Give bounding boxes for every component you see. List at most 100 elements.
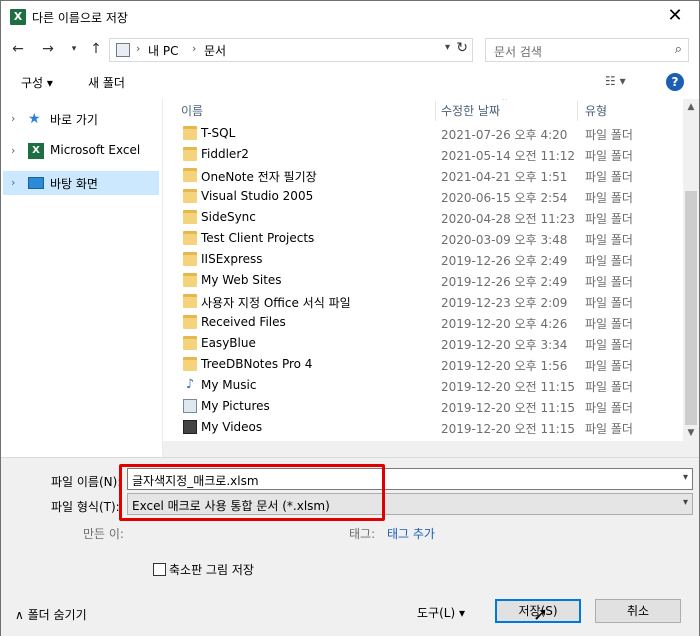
search-placeholder: 문서 검색 — [494, 45, 542, 59]
pictures-folder-icon — [183, 399, 197, 413]
chevron-right-icon[interactable]: › — [11, 176, 15, 189]
filename-input[interactable]: 글자색지정_매크로.xlsm ▾ — [127, 468, 693, 490]
nav-item-quick-access[interactable]: › ★ 바로 가기 — [3, 107, 159, 131]
file-row[interactable]: Test Client Projects 2020-03-09 오후 3:48 파일… — [171, 228, 683, 249]
vertical-scrollbar[interactable]: ▲ ▼ — [683, 99, 699, 441]
column-header-date[interactable]: 수정한 날짜 — [441, 99, 500, 123]
file-type: 파일 폴더 — [585, 338, 633, 352]
nav-item-microsoft-excel[interactable]: › X Microsoft Excel — [3, 139, 159, 163]
file-date: 2019-12-20 오후 3:34 — [441, 338, 568, 352]
file-row[interactable]: Received Files 2019-12-20 오후 4:26 파일 폴더 — [171, 312, 683, 333]
file-date: 2019-12-20 오후 1:56 — [441, 359, 568, 373]
hide-folders-button[interactable]: ∧ 폴더 숨기기 — [15, 606, 87, 623]
folder-icon — [183, 168, 197, 182]
file-name: My Web Sites — [201, 273, 282, 287]
pc-location-icon — [116, 43, 130, 57]
chevron-down-icon[interactable]: ▾ — [683, 497, 688, 508]
file-date: 2019-12-20 오전 11:15 — [441, 422, 576, 436]
file-type: 파일 폴더 — [585, 275, 633, 289]
folder-icon — [183, 252, 197, 266]
cancel-button[interactable]: 취소 — [595, 599, 681, 623]
scrollbar-corner — [683, 441, 699, 457]
excel-icon: X — [28, 143, 44, 159]
view-options-button[interactable]: ☷ ▾ — [605, 74, 626, 88]
chevron-down-icon[interactable]: ▾ — [683, 472, 688, 483]
toolbar: 구성 ▾ 새 폴더 ☷ ▾ ? — [1, 67, 699, 99]
recent-dropdown-icon[interactable]: ▾ — [65, 40, 83, 58]
tools-dropdown[interactable]: 도구(L) ▾ — [417, 604, 465, 621]
file-name: My Videos — [201, 420, 263, 434]
file-row[interactable]: Fiddler2 2021-05-14 오전 11:12 파일 폴더 — [171, 144, 683, 165]
breadcrumb-this-pc[interactable]: 내 PC — [148, 42, 178, 59]
file-row[interactable]: EasyBlue 2019-12-20 오후 3:34 파일 폴더 — [171, 333, 683, 354]
folder-icon — [183, 189, 197, 203]
forward-arrow-icon[interactable]: → — [39, 40, 57, 58]
nav-item-desktop[interactable]: › 바탕 화면 — [3, 171, 159, 195]
videos-folder-icon — [183, 420, 197, 434]
file-type: 파일 폴더 — [585, 149, 633, 163]
file-name: TreeDBNotes Pro 4 — [201, 357, 313, 371]
breadcrumb-chevron-icon: › — [136, 42, 141, 55]
chevron-right-icon[interactable]: › — [11, 144, 15, 157]
file-row[interactable]: ♪ My Music 2019-12-20 오전 11:15 파일 폴더 — [171, 375, 683, 396]
folder-icon — [183, 210, 197, 224]
file-row[interactable]: T-SQL 2021-07-26 오후 4:20 파일 폴더 — [171, 123, 683, 144]
horizontal-scrollbar[interactable] — [163, 441, 683, 457]
file-row[interactable]: TreeDBNotes Pro 4 2019-12-20 오후 1:56 파일 폴더 — [171, 354, 683, 375]
file-type: 파일 폴더 — [585, 401, 633, 415]
folder-icon — [183, 315, 197, 329]
file-row[interactable]: SideSync 2020-04-28 오전 11:23 파일 폴더 — [171, 207, 683, 228]
address-dropdown-icon[interactable]: ▾ — [445, 42, 450, 53]
file-row[interactable]: My Videos 2019-12-20 오전 11:15 파일 폴더 — [171, 417, 683, 438]
scroll-up-icon[interactable]: ▲ — [683, 99, 699, 115]
file-date: 2019-12-26 오후 2:49 — [441, 254, 568, 268]
add-tag-link[interactable]: 태그 추가 — [387, 525, 435, 542]
column-header-type[interactable]: 유형 — [585, 99, 607, 123]
folder-icon — [183, 357, 197, 371]
file-name: Test Client Projects — [201, 231, 315, 245]
file-date: 2021-05-14 오전 11:12 — [441, 149, 576, 163]
star-icon: ★ — [28, 111, 41, 127]
back-arrow-icon[interactable]: ← — [9, 40, 27, 58]
close-button[interactable]: ✕ — [663, 5, 687, 27]
help-icon[interactable]: ? — [666, 73, 684, 91]
column-header-name[interactable]: 이름 — [181, 99, 203, 123]
mouse-cursor-icon: ➚ — [533, 604, 549, 625]
file-row[interactable]: Visual Studio 2005 2020-06-15 오후 2:54 파일 폴… — [171, 186, 683, 207]
address-bar[interactable]: › 내 PC › 문서 ▾ ↻ — [109, 38, 473, 62]
scroll-down-icon[interactable]: ▼ — [683, 425, 699, 441]
column-divider[interactable] — [577, 101, 578, 121]
folder-icon — [183, 273, 197, 287]
file-row[interactable]: OneNote 전자 필기장 2021-04-21 오후 1:51 파일 폴더 — [171, 165, 683, 186]
file-row[interactable]: IISExpress 2019-12-26 오후 2:49 파일 폴더 — [171, 249, 683, 270]
organize-button[interactable]: 구성 ▾ — [21, 74, 53, 91]
breadcrumb-documents[interactable]: 문서 — [204, 42, 226, 59]
column-divider[interactable] — [435, 101, 436, 121]
file-date: 2019-12-23 오후 2:09 — [441, 296, 568, 310]
file-row[interactable]: My Pictures 2019-12-20 오전 11:15 파일 폴더 — [171, 396, 683, 417]
save-thumbnail-label[interactable]: 축소판 그림 저장 — [169, 561, 254, 578]
scroll-thumb[interactable] — [685, 191, 697, 425]
new-folder-button[interactable]: 새 폴더 — [88, 74, 125, 91]
file-name: T-SQL — [201, 126, 236, 140]
author-label: 만든 이: — [83, 527, 124, 541]
file-name: My Pictures — [201, 399, 270, 413]
file-name: OneNote 전자 필기장 — [201, 170, 317, 184]
window-title: 다른 이름으로 저장 — [32, 11, 128, 25]
music-folder-icon: ♪ — [185, 377, 195, 392]
chevron-right-icon[interactable]: › — [11, 112, 15, 125]
folder-icon — [183, 147, 197, 161]
file-name: Fiddler2 — [201, 147, 249, 161]
file-row[interactable]: My Web Sites 2019-12-26 오후 2:49 파일 폴더 — [171, 270, 683, 291]
save-thumbnail-checkbox[interactable] — [153, 563, 166, 576]
filetype-label: 파일 형식(T): — [51, 500, 120, 514]
refresh-icon[interactable]: ↻ — [456, 40, 468, 56]
filetype-select[interactable]: Excel 매크로 사용 통합 문서 (*.xlsm) ▾ — [127, 493, 693, 515]
nav-item-label: 바로 가기 — [50, 113, 98, 127]
navigation-row: ← → ▾ ↑ › 내 PC › 문서 ▾ ↻ 문서 검색 ⌕ — [1, 32, 699, 67]
file-date: 2021-07-26 오후 4:20 — [441, 128, 568, 142]
file-date: 2021-04-21 오후 1:51 — [441, 170, 568, 184]
up-arrow-icon[interactable]: ↑ — [87, 40, 105, 58]
search-box[interactable]: 문서 검색 ⌕ — [485, 38, 689, 62]
file-row[interactable]: 사용자 지정 Office 서식 파일 2019-12-23 오후 2:09 파일 … — [171, 291, 683, 312]
